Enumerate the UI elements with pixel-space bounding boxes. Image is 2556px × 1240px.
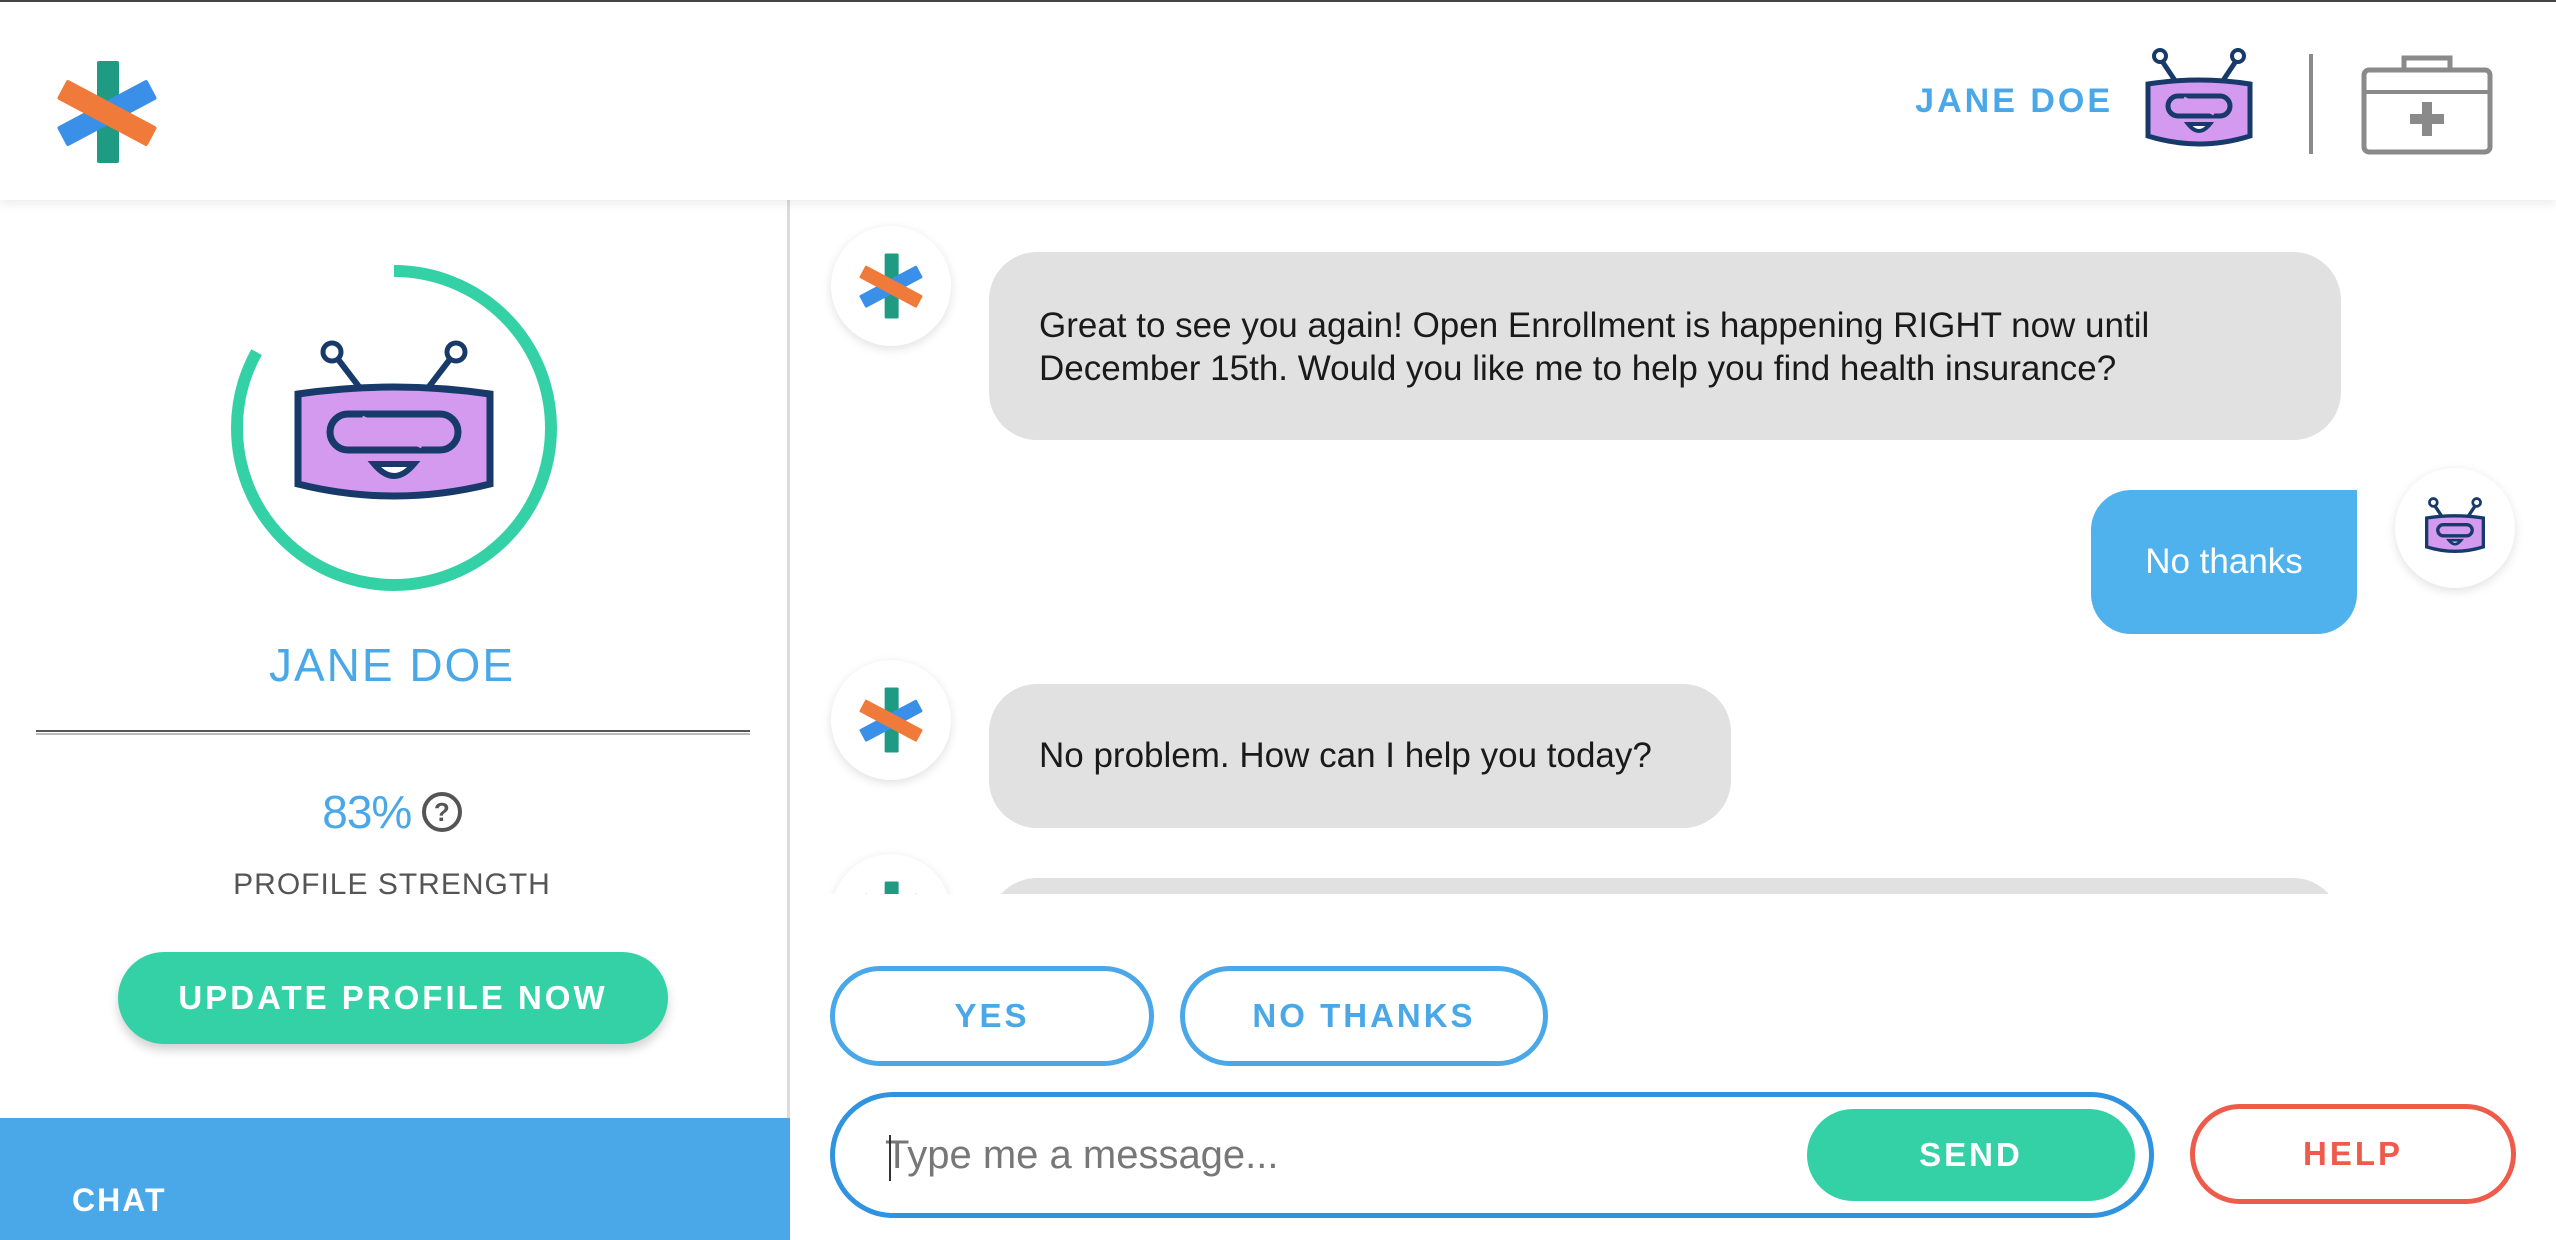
send-button[interactable]: SEND — [1807, 1109, 2135, 1201]
bot-avatar — [831, 660, 951, 780]
profile-strength-label: PROFILE STRENGTH — [233, 868, 551, 901]
help-button[interactable]: HELP — [2190, 1104, 2516, 1204]
tab-chat-label: CHAT — [72, 1182, 167, 1218]
bot-message: Great to see you again! Open Enrollment … — [989, 252, 2341, 440]
text-caret — [889, 1135, 891, 1181]
quick-reply-yes[interactable]: YES — [830, 966, 1154, 1066]
question-mark-icon[interactable]: ? — [421, 792, 462, 832]
robot-avatar-icon — [294, 340, 494, 500]
message-text: No thanks — [2145, 542, 2303, 581]
bot-avatar — [831, 226, 951, 346]
robot-avatar-icon — [2425, 497, 2485, 553]
header-divider — [2309, 54, 2313, 154]
tab-chat[interactable]: CHAT — [0, 1118, 790, 1240]
bot-message-partial — [989, 878, 2341, 894]
message-composer: SEND — [830, 1092, 2154, 1218]
header-username[interactable]: JANE DOE — [1915, 82, 2113, 121]
bot-message: No problem. How can I help you today? — [989, 684, 1731, 828]
robot-avatar-icon[interactable] — [2136, 42, 2262, 162]
app-window: JANE DOE JANE DOE 83% ? PROFILE STRENGTH… — [0, 0, 2556, 1240]
message-text: Great to see you again! Open Enrollment … — [1039, 306, 2150, 388]
medical-kit-icon[interactable] — [2360, 52, 2494, 156]
user-avatar — [2395, 468, 2515, 588]
asterisk-logo-icon — [859, 687, 923, 753]
profile-strength-row: 83% ? — [0, 785, 784, 845]
profile-strength-ring — [231, 265, 557, 591]
sidebar-username: JANE DOE — [268, 639, 516, 691]
asterisk-logo-icon[interactable] — [52, 57, 162, 167]
quick-reply-no-thanks[interactable]: NO THANKS — [1180, 966, 1548, 1066]
update-profile-button[interactable]: UPDATE PROFILE NOW — [118, 952, 668, 1044]
message-input[interactable] — [883, 1115, 1783, 1195]
asterisk-logo-icon — [859, 253, 923, 319]
asterisk-logo-icon — [859, 881, 923, 894]
message-text: No problem. How can I help you today? — [1039, 736, 1652, 775]
bot-avatar — [831, 854, 951, 894]
profile-sidebar: JANE DOE 83% ? PROFILE STRENGTH UPDATE P… — [0, 200, 790, 1240]
sidebar-divider — [36, 730, 750, 735]
user-message: No thanks — [2091, 490, 2357, 634]
top-bar: JANE DOE — [0, 0, 2556, 200]
chat-transcript[interactable]: Great to see you again! Open Enrollment … — [793, 200, 2556, 894]
profile-strength-value: 83% — [322, 786, 412, 838]
